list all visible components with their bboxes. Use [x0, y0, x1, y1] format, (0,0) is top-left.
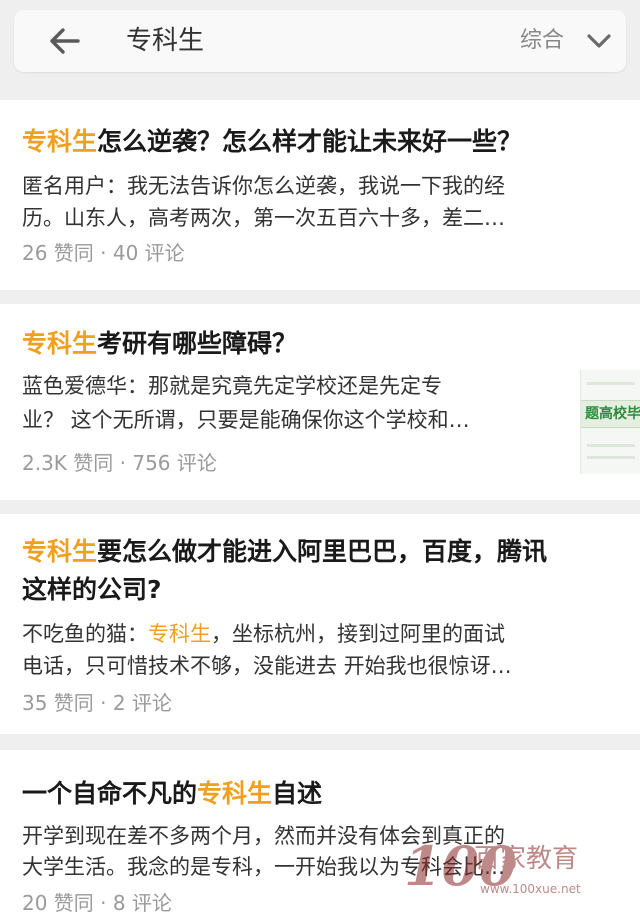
result-meta: 20 赞同 · 8 评论 [22, 891, 172, 915]
thumbnail-band: 题高校毕业 [581, 400, 640, 428]
result-excerpt: 历。山东人，高考两次，第一次五百六十多，差二… [22, 206, 505, 230]
title-highlight: 专科生 [22, 329, 98, 358]
title-highlight: 专科生 [197, 779, 273, 808]
result-thumbnail[interactable]: 题高校毕业 [580, 370, 640, 474]
search-bar[interactable]: 专科生 综合 [14, 10, 626, 72]
thumbnail-line [587, 444, 635, 447]
result-meta: 35 赞同 · 2 评论 [22, 691, 172, 715]
watermark-url: www.100xue.net [480, 882, 581, 896]
result-title[interactable]: 专科生考研有哪些障碍？ [22, 326, 297, 362]
thumbnail-line [587, 382, 635, 385]
thumbnail-text: 题高校毕业 [585, 406, 640, 422]
sort-dropdown-label[interactable]: 综合 [520, 28, 564, 54]
result-title[interactable]: 专科生怎么逆袭？怎么样才能让未来好一些？ [22, 124, 522, 160]
result-meta: 2.3K 赞同 · 756 评论 [22, 451, 217, 475]
result-title-line2[interactable]: 这样的公司? [22, 572, 162, 608]
watermark-name: 百家教育 [474, 844, 579, 874]
result-excerpt: 蓝色爱德华：那就是究竟先定学校还是先定专 [22, 374, 442, 398]
search-query[interactable]: 专科生 [126, 26, 204, 56]
result-card[interactable]: 专科生要怎么做才能进入阿里巴巴，百度，腾讯 这样的公司? 不吃鱼的猫：专科生，坐… [0, 514, 640, 734]
title-text: 自述 [272, 779, 323, 808]
excerpt-author: 不吃鱼的猫： [22, 622, 148, 646]
thumbnail-line [587, 456, 635, 459]
title-highlight: 专科生 [22, 127, 98, 156]
chevron-down-icon[interactable] [586, 30, 612, 52]
result-excerpt: 匿名用户：我无法告诉你怎么逆袭，我说一下我的经 [22, 174, 505, 198]
result-title[interactable]: 专科生要怎么做才能进入阿里巴巴，百度，腾讯 [22, 534, 547, 570]
arrow-left-icon[interactable] [48, 25, 82, 57]
result-excerpt: 电话，只可惜技术不够，没能进去 开始我也很惊讶… [22, 654, 512, 678]
title-text: 要怎么做才能进入阿里巴巴，百度，腾讯 [97, 537, 548, 566]
excerpt-highlight: 专科生 [148, 622, 211, 646]
excerpt-text: ，坐标杭州，接到过阿里的面试 [211, 622, 505, 646]
result-meta: 26 赞同 · 40 评论 [22, 241, 185, 265]
result-excerpt: 不吃鱼的猫：专科生，坐标杭州，接到过阿里的面试 [22, 619, 505, 649]
result-card[interactable]: 专科生怎么逆袭？怎么样才能让未来好一些？ 匿名用户：我无法告诉你怎么逆袭，我说一… [0, 100, 640, 290]
search-header: 专科生 综合 [0, 0, 640, 92]
result-excerpt: 业？ 这个无所谓，只要是能确保你这个学校和… [22, 408, 470, 432]
title-text: 怎么逆袭？怎么样才能让未来好一些？ [97, 127, 523, 156]
title-text: 考研有哪些障碍？ [97, 329, 298, 358]
result-card[interactable]: 专科生考研有哪些障碍？ 蓝色爱德华：那就是究竟先定学校还是先定专 业？ 这个无所… [0, 304, 640, 500]
result-title[interactable]: 一个自命不凡的专科生自述 [22, 776, 322, 812]
title-text: 一个自命不凡的 [22, 779, 198, 808]
title-highlight: 专科生 [22, 537, 98, 566]
watermark-logo: 100 百家教育 www.100xue.net [404, 836, 604, 908]
